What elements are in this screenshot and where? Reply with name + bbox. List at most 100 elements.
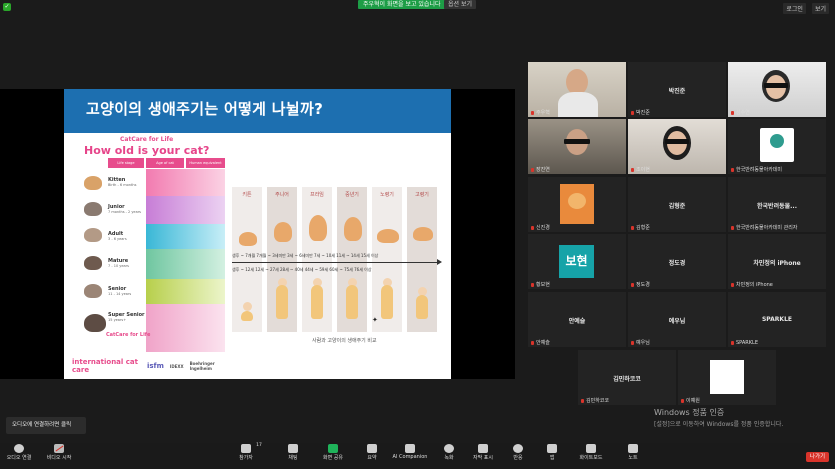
lifecycle-comparison: 키튼 주니어 프라임 중년기 노령기 고령기 생후 ~ 7개월 7개월 ~ 3세… xyxy=(232,187,442,332)
video-off-icon xyxy=(54,444,64,453)
participant-tile-1[interactable]: 주우혁 xyxy=(528,62,626,117)
headphone-icon xyxy=(14,444,24,453)
band-junior xyxy=(146,196,225,224)
stage-junior: Junior 7 months - 2 years xyxy=(108,204,141,214)
record-button[interactable]: 녹화 xyxy=(437,444,461,461)
academy-logo-mark xyxy=(770,134,784,148)
blurred-eyes xyxy=(665,139,689,144)
notes-icon xyxy=(628,444,638,453)
participant-label: 조이현 xyxy=(631,166,650,173)
windows-activation-title: Windows 정품 인증 xyxy=(654,408,725,417)
human-drawing-6 xyxy=(416,295,428,319)
muted-mic-icon xyxy=(531,225,534,230)
timeline-arrow xyxy=(232,259,442,265)
poster-brand: CatCare for Life xyxy=(120,136,174,143)
kitten-image xyxy=(84,176,102,190)
participant-tile-7[interactable]: 신진경 xyxy=(528,177,626,232)
summary-button[interactable]: 요약 xyxy=(360,444,384,461)
muted-mic-icon xyxy=(731,341,734,345)
top-right-controls: 로그인 보기 xyxy=(783,3,829,14)
apps-button[interactable]: 앱 xyxy=(542,444,562,461)
notes-button[interactable]: 노트 xyxy=(622,444,644,461)
view-options-button[interactable]: 옵션 보기 xyxy=(444,0,476,9)
audio-button[interactable]: 오디오 연결 xyxy=(4,444,34,461)
cat-drawing-2 xyxy=(274,222,292,242)
encryption-shield-icon[interactable]: ✓ xyxy=(3,3,11,11)
compare-head-1: 키튼 xyxy=(242,192,252,198)
login-button[interactable]: 로그인 xyxy=(783,3,806,14)
human-drawing-2 xyxy=(276,285,288,319)
band-adult xyxy=(146,224,225,249)
stage-adult: Adult 3 - 6 years xyxy=(108,231,127,241)
participant-tile-11[interactable]: 정도경 정도경 xyxy=(628,234,726,289)
captions-icon xyxy=(478,444,488,453)
participant-tile-16[interactable]: 김민하코코 김민하코코 xyxy=(578,350,676,405)
share-screen-button[interactable]: 화면 공유 xyxy=(318,444,348,461)
participant-tile-10[interactable]: 보현 황보현 xyxy=(528,234,626,289)
participant-name: 김민하코코 xyxy=(613,376,641,383)
ai-companion-button[interactable]: AI Companion xyxy=(391,444,429,460)
human-head-1 xyxy=(243,302,252,311)
captions-button[interactable]: 자막 표시 xyxy=(468,444,498,461)
muted-mic-icon xyxy=(581,398,584,403)
human-age-row: 생후 ~ 12세 12세 ~ 27세 28세 ~ 40세 44세 ~ 59세 6… xyxy=(232,267,372,272)
participant-label: 한국반려동물아카데미 관리자 xyxy=(731,224,797,231)
participant-body xyxy=(558,92,598,117)
poster-footer: international cat care isfm IDEXX Boehri… xyxy=(72,358,229,374)
whiteboard-icon xyxy=(586,444,596,453)
muted-mic-icon xyxy=(731,167,734,172)
view-button[interactable]: 보기 xyxy=(811,3,829,14)
cat-drawing-5 xyxy=(377,229,399,243)
video-button[interactable]: 비디오 시작 xyxy=(42,444,76,461)
band-mature xyxy=(146,249,225,279)
participant-tile-2[interactable]: 박진준 박진준 xyxy=(628,62,726,117)
whiteboard-button[interactable]: 화이트보드 xyxy=(574,444,608,461)
muted-mic-icon xyxy=(531,340,534,345)
col-header-stage: Life stage xyxy=(108,158,144,168)
chat-button[interactable]: 채팅 xyxy=(282,444,304,461)
shared-screen: 고양이의 생애주기는 어떻게 나뉠까? CatCare for Life How… xyxy=(0,89,515,379)
top-bar: ✓ 주우혁이 화면을 보고 있습니다 옵션 보기 로그인 보기 xyxy=(0,0,835,14)
participant-tile-13[interactable]: 안예슬 안예슬 xyxy=(528,292,626,347)
cat-avatar-face xyxy=(568,193,586,209)
reaction-smile-icon xyxy=(513,444,523,453)
ai-sparkle-icon xyxy=(405,444,415,453)
compare-head-4: 중년기 xyxy=(345,192,359,198)
participant-tile-6[interactable]: 한국반려동물아카데미 xyxy=(728,119,826,174)
isfm-logo: isfm xyxy=(146,362,164,370)
participant-tile-5[interactable]: 조이현 xyxy=(628,119,726,174)
participant-label: 김형준 xyxy=(631,224,650,231)
presentation-slide: 고양이의 생애주기는 어떻게 나뉠까? CatCare for Life How… xyxy=(64,89,451,379)
cat-drawing-6 xyxy=(413,227,433,241)
leave-button[interactable]: 나가기 xyxy=(806,452,829,462)
chat-icon xyxy=(288,444,298,453)
participant-name: 한국반려동물... xyxy=(757,203,797,210)
participant-tile-3[interactable]: 성수연 xyxy=(728,62,826,117)
participant-tile-14[interactable]: 예우님 예우님 xyxy=(628,292,726,347)
participant-label: 장진연 xyxy=(531,166,550,173)
slide-header: 고양이의 생애주기는 어떻게 나뉠까? xyxy=(64,89,451,133)
meeting-toolbar: 오디오 연결 비디오 시작 참가자 17 채팅 화면 공유 요약 AI Comp… xyxy=(0,443,835,469)
band-kitten xyxy=(146,169,225,196)
reactions-button[interactable]: 반응 xyxy=(507,444,529,461)
participant-label: 차민정의 iPhone xyxy=(731,281,773,288)
participant-label: 박진준 xyxy=(631,109,650,116)
cat-age-poster: CatCare for Life How old is your cat? Li… xyxy=(66,136,229,379)
participant-tile-17[interactable]: 이예원 xyxy=(678,350,776,405)
human-drawing-5 xyxy=(381,285,393,319)
participant-tile-8[interactable]: 김형준 김형준 xyxy=(628,177,726,232)
participant-name: 차민정의 iPhone xyxy=(753,260,801,267)
participant-tile-15[interactable]: SPARKLE SPARKLE xyxy=(728,292,826,347)
participant-tile-4[interactable]: 장진연 xyxy=(528,119,626,174)
participants-count: 17 xyxy=(256,443,262,448)
participant-name: 예우님 xyxy=(668,318,686,325)
participant-label: 김민하코코 xyxy=(581,397,609,404)
icc-logo: international cat care xyxy=(72,358,138,374)
participant-tile-12[interactable]: 차민정의 iPhone 차민정의 iPhone xyxy=(728,234,826,289)
share-screen-icon xyxy=(328,444,338,453)
col-header-human-age: Human equivalent age xyxy=(186,158,225,175)
participant-tile-9[interactable]: 한국반려동물... 한국반려동물아카데미 관리자 xyxy=(728,177,826,232)
muted-mic-icon xyxy=(631,225,634,230)
band-senior xyxy=(146,279,225,304)
cat-drawing-1 xyxy=(239,232,257,246)
